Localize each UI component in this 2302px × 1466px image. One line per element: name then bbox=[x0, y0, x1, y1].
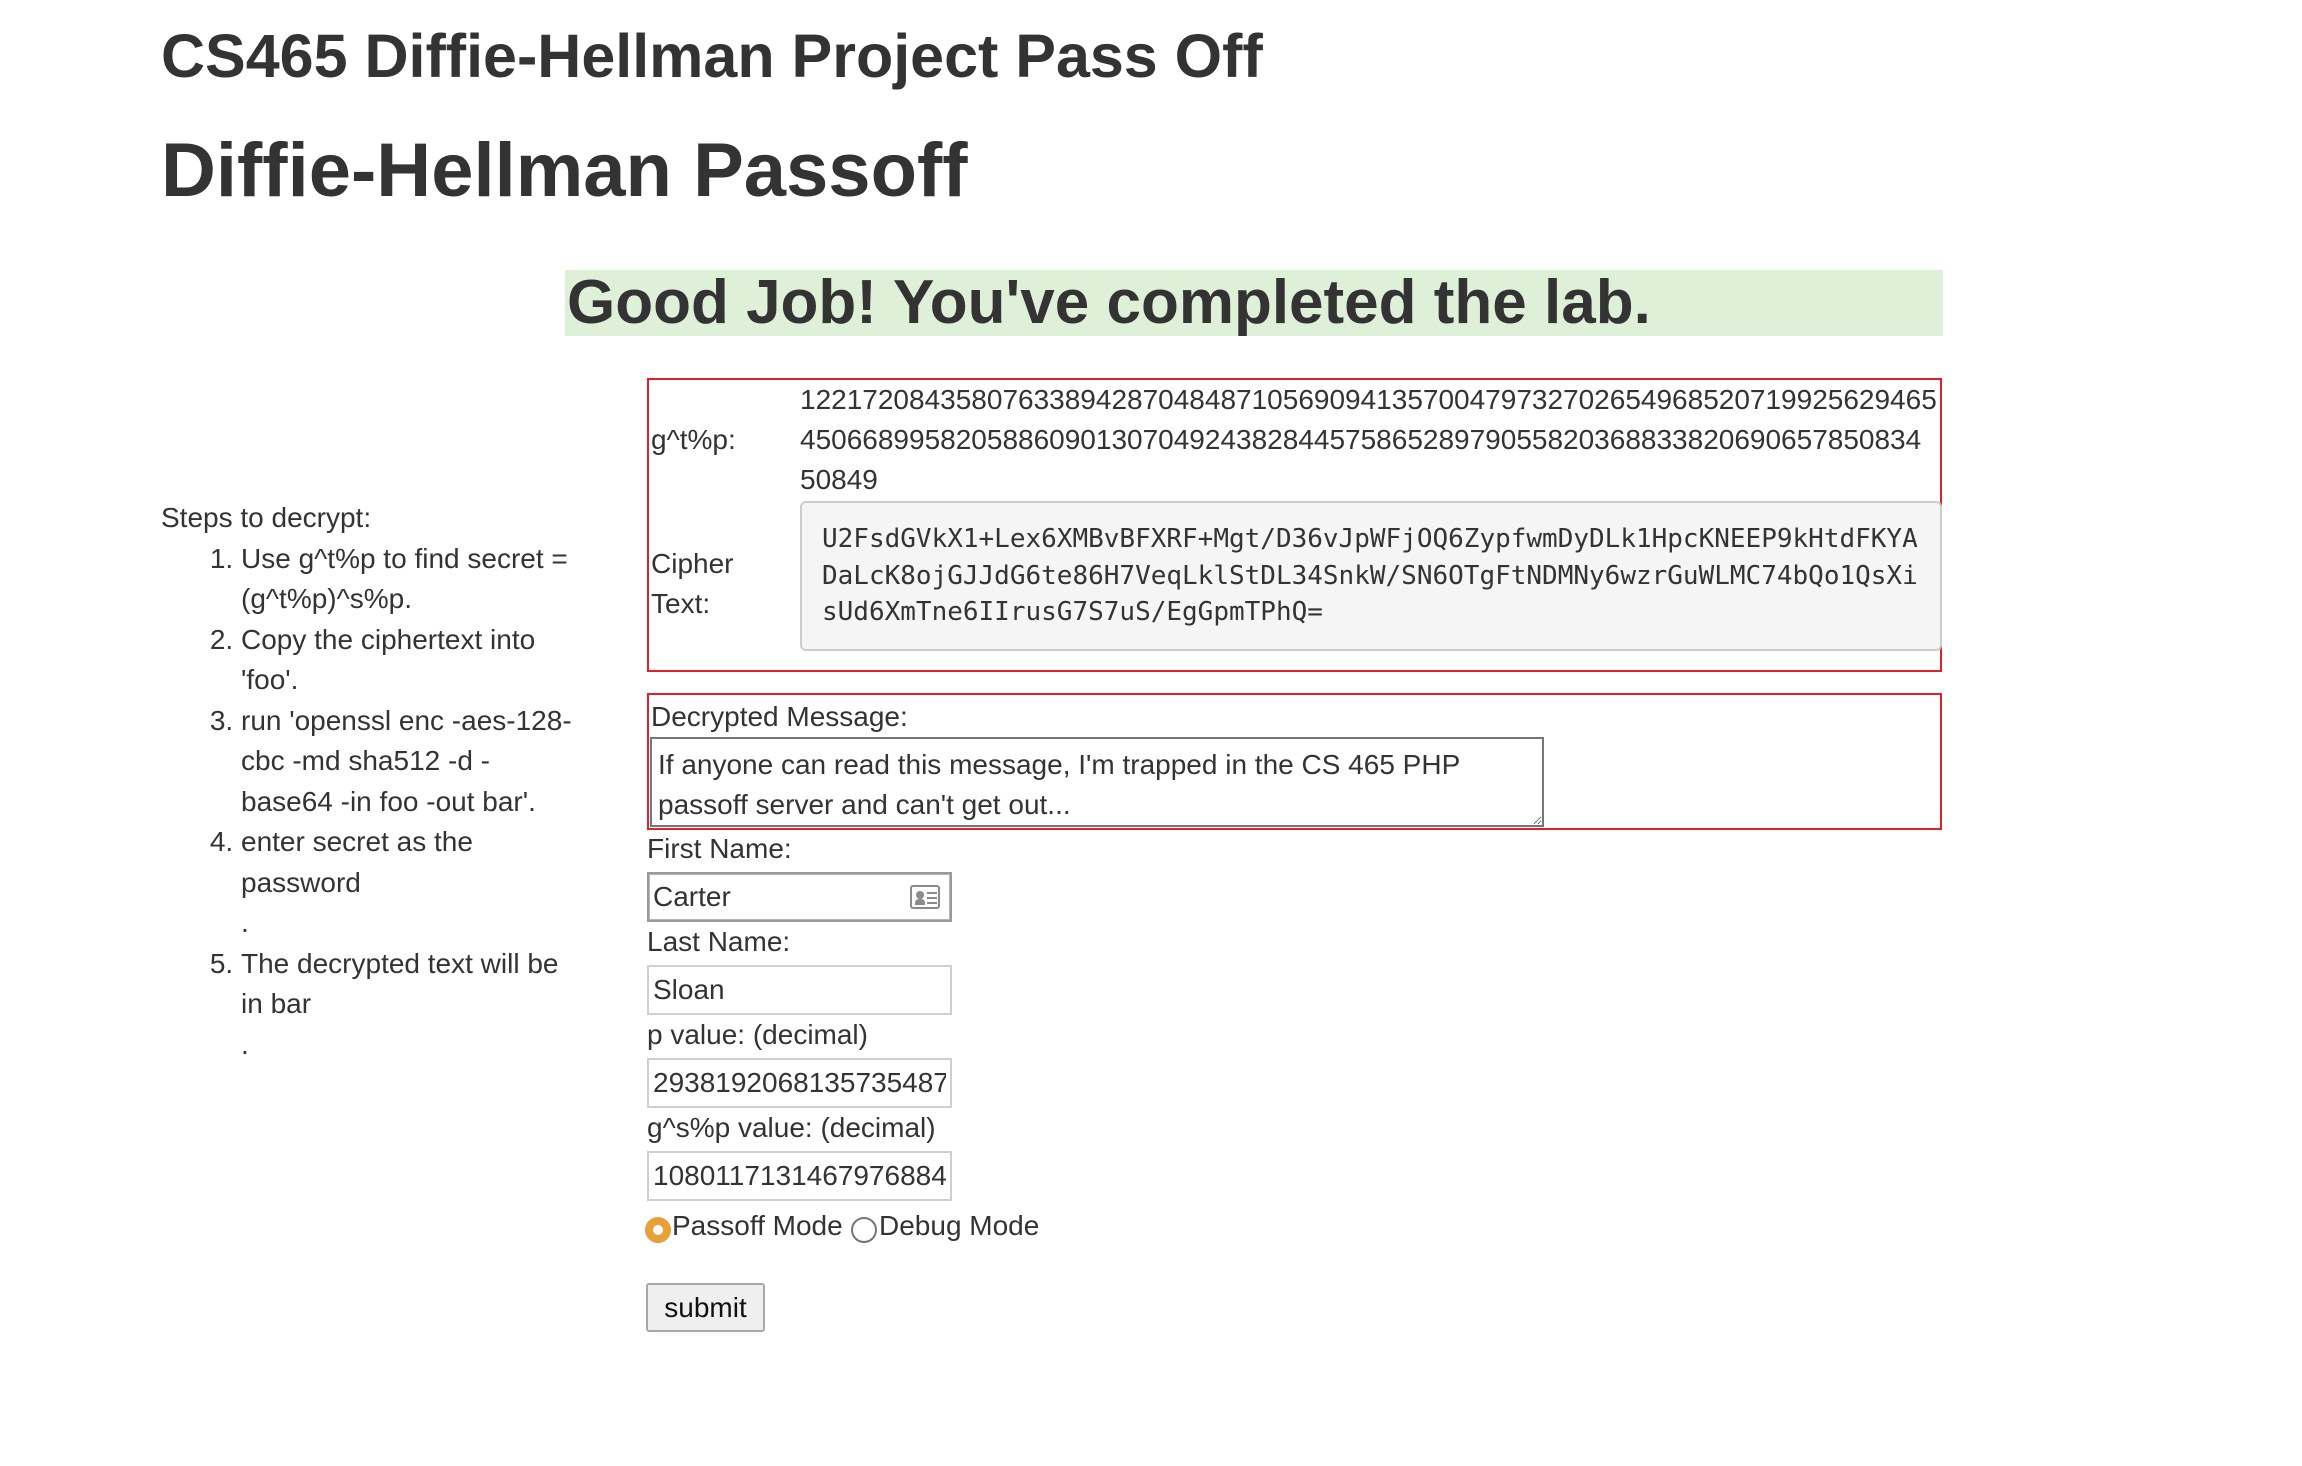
step-text: The decrypted text will be in bar bbox=[241, 947, 559, 1020]
step-item: Use g^t%p to find secret = (g^t%p)^s%p. bbox=[241, 539, 581, 620]
last-name-input[interactable] bbox=[647, 965, 952, 1015]
first-name-input[interactable] bbox=[647, 872, 952, 922]
p-value-label: p value: (decimal) bbox=[647, 1019, 868, 1050]
step-item: run 'openssl enc -aes-128-cbc -md sha512… bbox=[241, 701, 581, 823]
instructions-heading: Steps to decrypt: bbox=[161, 502, 372, 533]
step-suffix: . bbox=[241, 907, 249, 938]
gsp-value-label: g^s%p value: (decimal) bbox=[647, 1112, 936, 1143]
first-name-label: First Name: bbox=[647, 833, 792, 864]
decrypt-instructions: Steps to decrypt: Use g^t%p to find secr… bbox=[161, 498, 581, 1065]
step-suffix: . bbox=[241, 1028, 249, 1060]
gsp-value-input[interactable] bbox=[647, 1151, 952, 1201]
submit-button[interactable]: submit bbox=[646, 1283, 765, 1332]
success-message: Good Job! You've completed the lab. bbox=[567, 268, 1651, 337]
radio-unchecked-icon[interactable] bbox=[851, 1217, 877, 1243]
step-text: enter secret as the password bbox=[241, 826, 473, 898]
decrypted-message-label: Decrypted Message: bbox=[651, 701, 908, 732]
server-values-box: g^t%p: 122172084358076338942870484871056… bbox=[647, 378, 1942, 672]
steps-list: Use g^t%p to find secret = (g^t%p)^s%p. … bbox=[161, 539, 581, 1066]
cipher-text-block[interactable]: U2FsdGVkX1+Lex6XMBvBFXRF+Mgt/D36vJpWFjOQ… bbox=[800, 501, 1942, 651]
radio-checked-icon[interactable] bbox=[645, 1217, 671, 1243]
cipher-text-label: Cipher Text: bbox=[651, 548, 734, 619]
decrypted-message-box: Decrypted Message: If anyone can read th… bbox=[647, 693, 1942, 830]
step-item: The decrypted text will be in bar. bbox=[241, 944, 581, 1066]
last-name-label: Last Name: bbox=[647, 926, 791, 957]
course-title: CS465 Diffie-Hellman Project Pass Off bbox=[161, 22, 1263, 90]
gtp-value: 1221720843580763389428704848710569094135… bbox=[800, 384, 1937, 495]
gtp-label: g^t%p: bbox=[651, 424, 736, 455]
decrypted-message-textarea[interactable]: If anyone can read this message, I'm tra… bbox=[650, 737, 1544, 827]
step-item: enter secret as the password. bbox=[241, 822, 581, 944]
debug-mode-label[interactable]: Debug Mode bbox=[879, 1206, 1039, 1246]
page-title: Diffie-Hellman Passoff bbox=[161, 128, 968, 213]
passoff-mode-label[interactable]: Passoff Mode bbox=[672, 1206, 843, 1246]
p-value-input[interactable] bbox=[647, 1058, 952, 1108]
contact-card-icon[interactable] bbox=[910, 885, 940, 909]
success-banner: Good Job! You've completed the lab. bbox=[565, 270, 1943, 336]
step-item: Copy the ciphertext into 'foo'. bbox=[241, 620, 581, 701]
